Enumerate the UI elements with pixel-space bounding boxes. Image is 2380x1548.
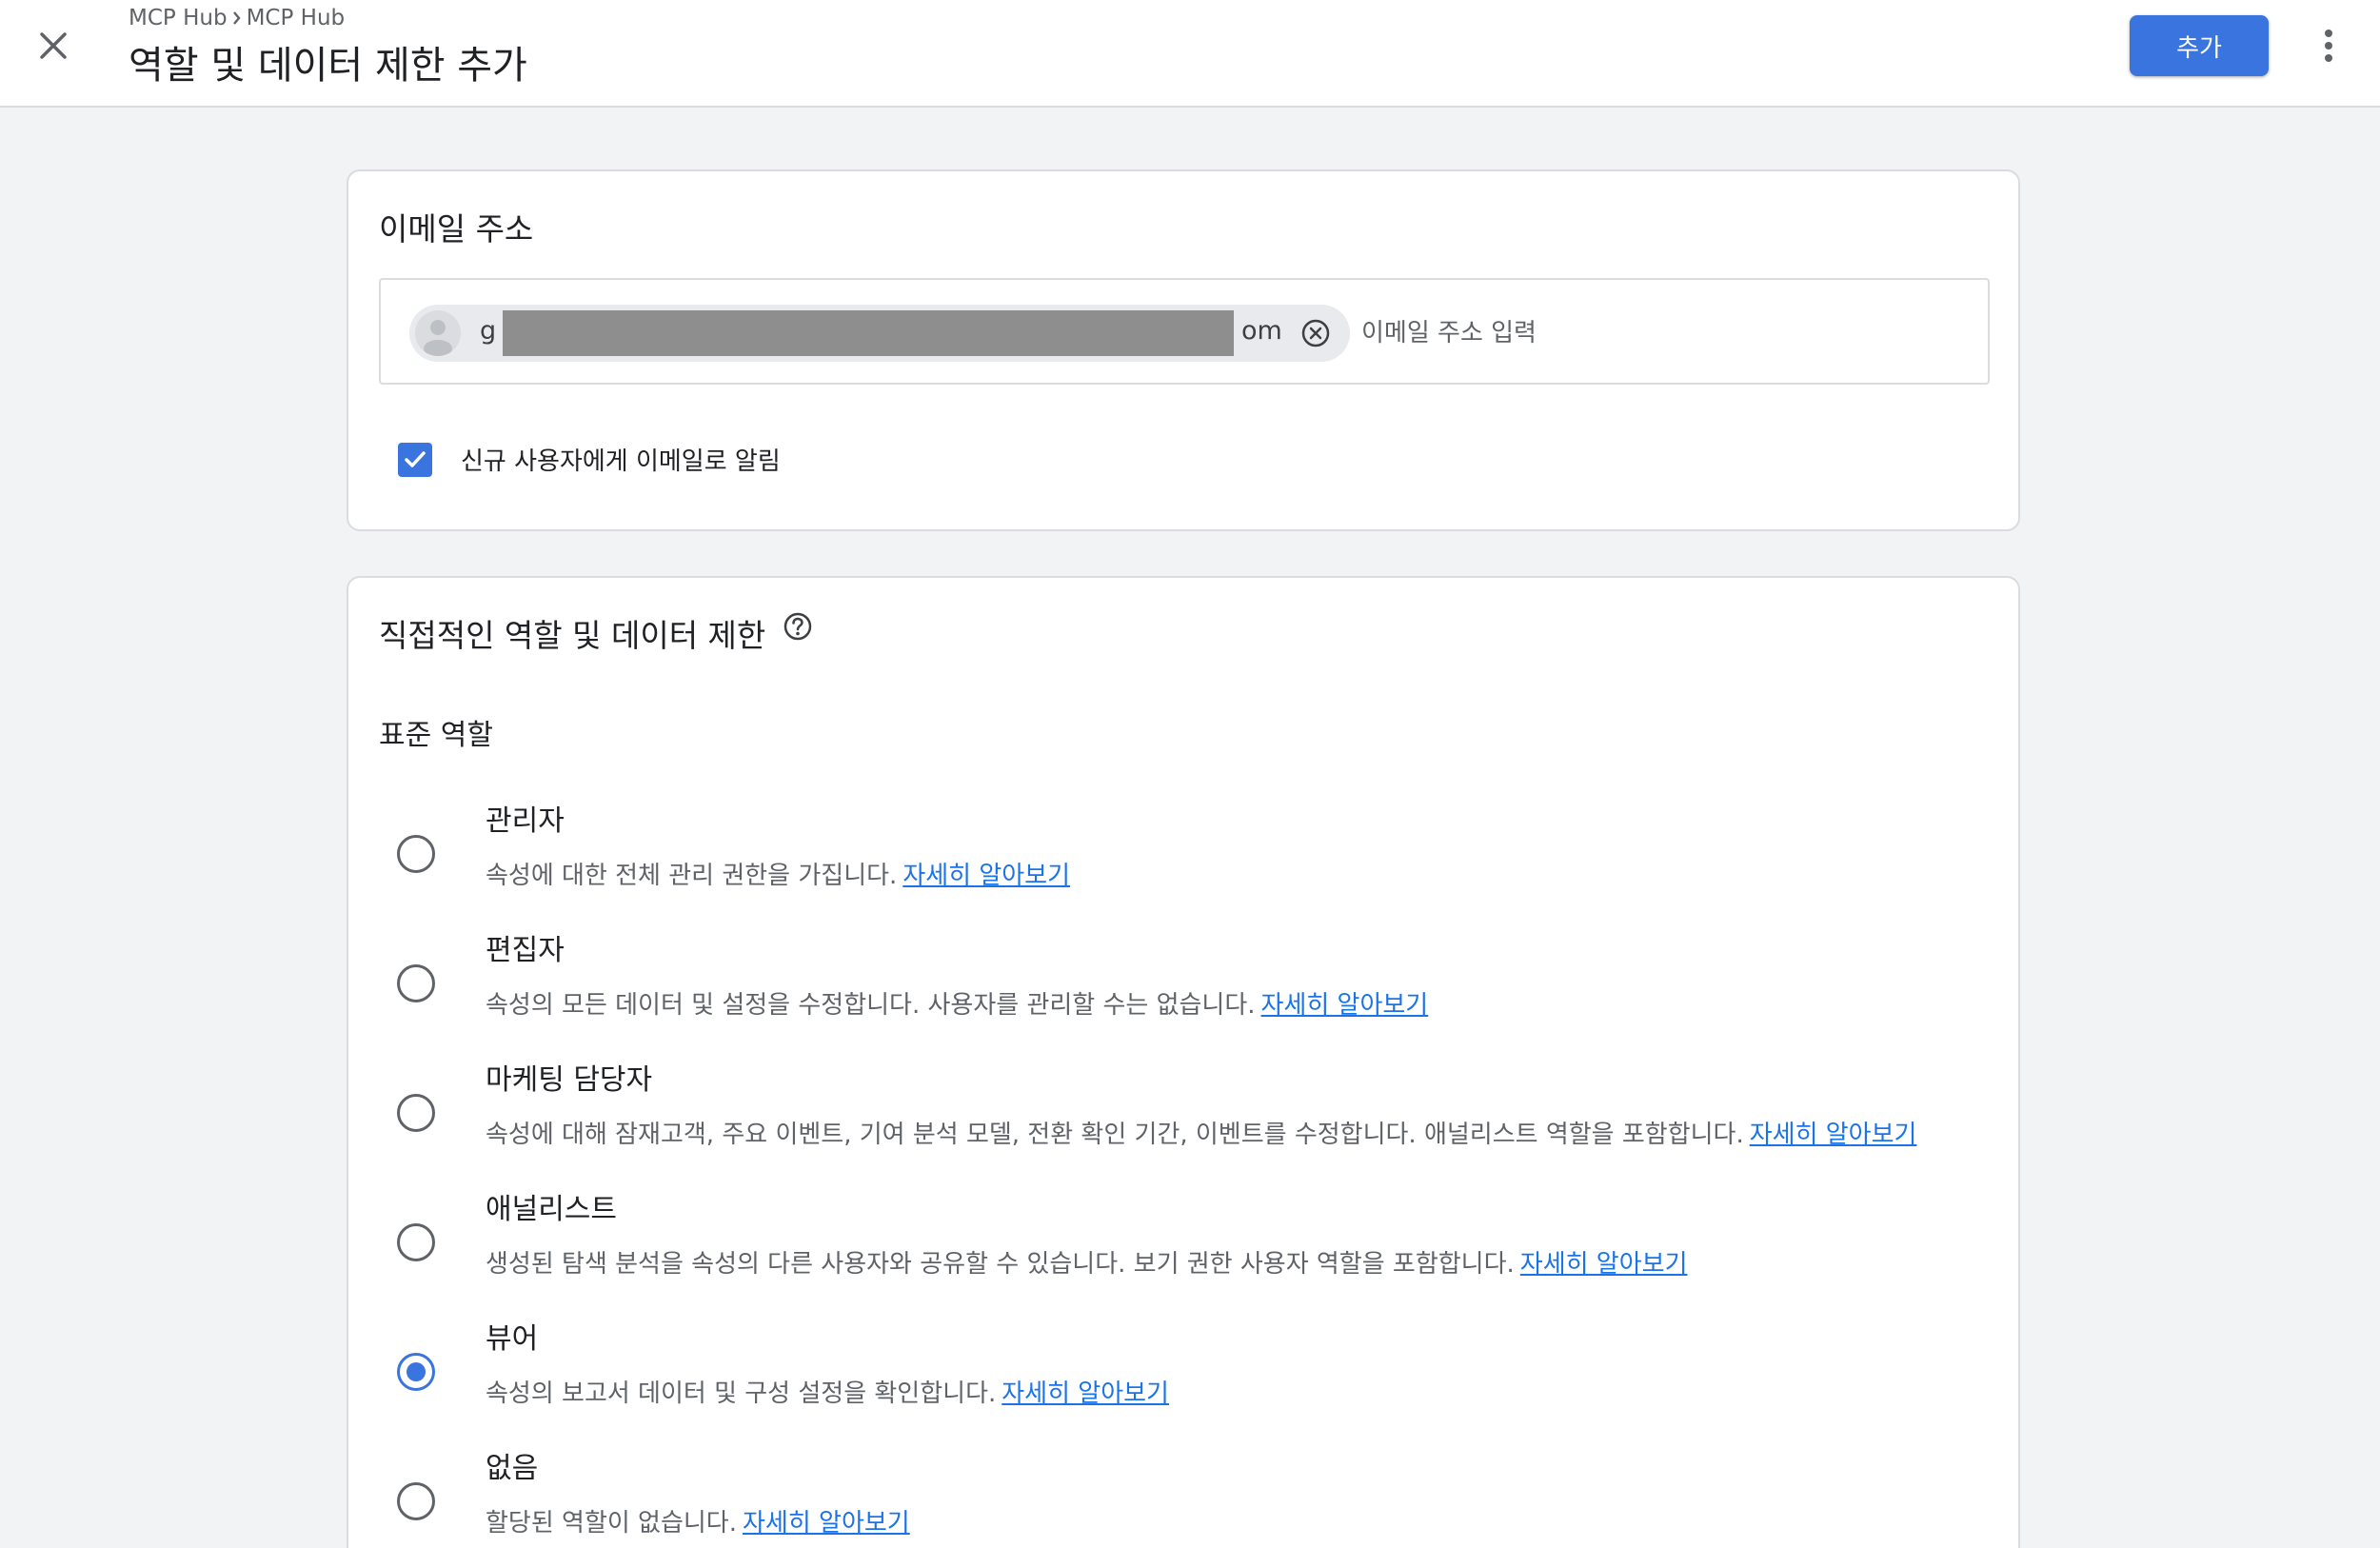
role-radio[interactable] xyxy=(397,964,435,1002)
standard-roles-label: 표준 역할 xyxy=(379,719,493,752)
role-option-marketer[interactable]: 마케팅 담당자 속성에 대해 잠재고객, 주요 이벤트, 기여 분석 모델, 전… xyxy=(348,1056,2018,1180)
role-radio[interactable] xyxy=(397,1223,435,1261)
learn-more-link[interactable]: 자세히 알아보기 xyxy=(1520,1250,1688,1279)
role-description: 속성의 모든 데이터 및 설정을 수정합니다. 사용자를 관리할 수는 없습니다… xyxy=(486,991,1429,1020)
role-name: 없음 xyxy=(486,1452,539,1485)
page-title: 역할 및 데이터 제한 추가 xyxy=(129,44,527,88)
role-name: 관리자 xyxy=(486,804,565,838)
help-button[interactable] xyxy=(782,610,814,643)
role-description: 생성된 탐색 분석을 속성의 다른 사용자와 공유할 수 있습니다. 보기 권한… xyxy=(486,1250,1688,1279)
email-input[interactable] xyxy=(1361,310,1971,356)
learn-more-link[interactable]: 자세히 알아보기 xyxy=(902,862,1070,890)
email-chip-input[interactable]: g om xyxy=(379,278,1990,385)
chip-text-start: g xyxy=(480,316,497,346)
role-option-analyst[interactable]: 애널리스트 생성된 탐색 분석을 속성의 다른 사용자와 공유할 수 있습니다.… xyxy=(348,1185,2018,1309)
role-option-viewer[interactable]: 뷰어 속성의 보고서 데이터 및 구성 설정을 확인합니다. 자세히 알아보기 xyxy=(348,1315,2018,1439)
role-name: 애널리스트 xyxy=(486,1193,617,1226)
more-options-button[interactable] xyxy=(2310,21,2348,70)
close-button[interactable] xyxy=(29,21,78,70)
notify-row: 신규 사용자에게 이메일로 알림 xyxy=(398,442,781,477)
person-icon xyxy=(424,320,452,356)
role-name: 마케팅 담당자 xyxy=(486,1063,653,1097)
redacted-email-block xyxy=(503,310,1234,356)
role-radio[interactable] xyxy=(397,835,435,873)
role-option-editor[interactable]: 편집자 속성의 모든 데이터 및 설정을 수정합니다. 사용자를 관리할 수는 … xyxy=(348,926,2018,1050)
role-radio[interactable] xyxy=(397,1094,435,1132)
role-description: 속성의 보고서 데이터 및 구성 설정을 확인합니다. 자세히 알아보기 xyxy=(486,1379,1169,1408)
check-icon xyxy=(405,450,426,467)
role-radio-selected[interactable] xyxy=(397,1353,435,1391)
role-description: 속성에 대해 잠재고객, 주요 이벤트, 기여 분석 모델, 전환 확인 기간,… xyxy=(486,1121,1917,1149)
chip-text-end: om xyxy=(1241,316,1282,346)
role-option-admin[interactable]: 관리자 속성에 대한 전체 관리 권한을 가집니다. 자세히 알아보기 xyxy=(348,797,2018,921)
role-description: 속성에 대한 전체 관리 권한을 가집니다. 자세히 알아보기 xyxy=(486,862,1071,890)
breadcrumb: MCP Hub MCP Hub xyxy=(129,6,345,30)
email-chip: g om xyxy=(409,305,1350,362)
notify-label: 신규 사용자에게 이메일로 알림 xyxy=(461,447,781,476)
learn-more-link[interactable]: 자세히 알아보기 xyxy=(1750,1121,1917,1149)
learn-more-link[interactable]: 자세히 알아보기 xyxy=(1261,991,1429,1020)
breadcrumb-item[interactable]: MCP Hub xyxy=(129,6,228,30)
roles-section-title: 직접적인 역할 및 데이터 제한 xyxy=(379,617,766,654)
chip-remove-button[interactable] xyxy=(1299,316,1333,350)
notify-checkbox[interactable] xyxy=(398,442,432,477)
email-card: 이메일 주소 g om 이메일 주소 입력 신규 사용자에게 이메일로 알림 xyxy=(347,169,2020,531)
avatar xyxy=(415,310,461,356)
cancel-circle-icon xyxy=(1301,319,1330,347)
top-app-bar: MCP Hub MCP Hub 역할 및 데이터 제한 추가 추가 xyxy=(0,0,2380,108)
roles-card: 직접적인 역할 및 데이터 제한 표준 역할 관리자 속성에 대한 전체 관리 … xyxy=(347,576,2020,1548)
breadcrumb-item[interactable]: MCP Hub xyxy=(247,6,346,30)
more-vert-icon xyxy=(2325,30,2332,62)
add-button[interactable]: 추가 xyxy=(2130,15,2269,76)
role-name: 뷰어 xyxy=(486,1322,539,1356)
learn-more-link[interactable]: 자세히 알아보기 xyxy=(743,1509,910,1538)
help-icon xyxy=(783,612,812,641)
role-option-none[interactable]: 없음 할당된 역할이 없습니다. 자세히 알아보기 xyxy=(348,1444,2018,1548)
role-name: 편집자 xyxy=(486,934,565,967)
email-section-title: 이메일 주소 xyxy=(379,210,534,248)
chevron-right-icon xyxy=(232,11,241,25)
learn-more-link[interactable]: 자세히 알아보기 xyxy=(1002,1379,1169,1408)
close-icon xyxy=(40,32,67,59)
role-description: 할당된 역할이 없습니다. 자세히 알아보기 xyxy=(486,1509,910,1538)
role-radio[interactable] xyxy=(397,1482,435,1520)
